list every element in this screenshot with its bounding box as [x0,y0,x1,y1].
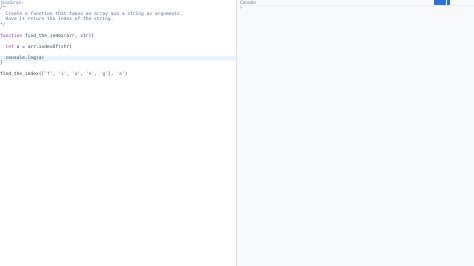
console-pane: Console › [237,0,474,266]
clear-button[interactable] [447,0,450,5]
chevron-down-icon: ▾ [22,1,24,5]
language-tab-label: JavaScript [1,0,22,5]
language-tab[interactable]: JavaScript▾ [1,0,24,5]
code-area[interactable]: /* Create a function that takes an array… [0,6,236,78]
console-header: Console [237,0,474,6]
code-line: find_the_index(['f', 'i', 'a', 'n', 'g']… [0,72,128,77]
run-button[interactable] [434,0,446,5]
console-title: Console [240,0,256,5]
code-editor[interactable]: JavaScript▾ /* Create a function that ta… [0,0,236,266]
console-prompt-icon[interactable]: › [240,6,242,11]
app-window: JavaScript▾ /* Create a function that ta… [0,0,474,266]
